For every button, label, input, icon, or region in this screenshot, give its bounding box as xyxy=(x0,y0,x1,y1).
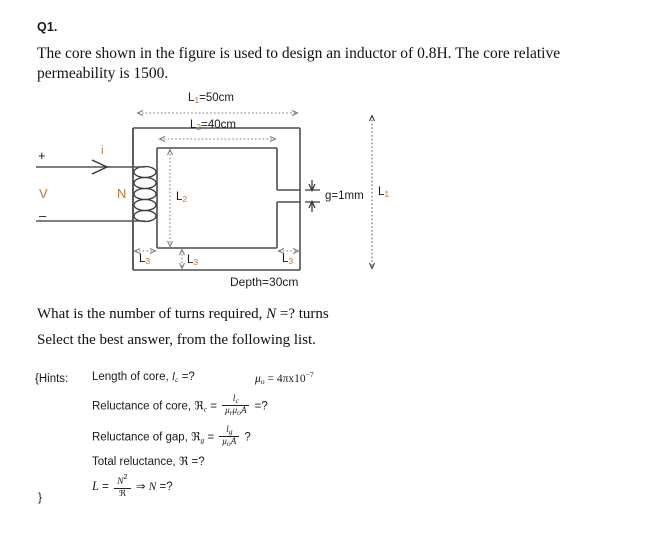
turns-question: What is the number of turns required, N … xyxy=(37,306,329,322)
dimension-l2-top: L2=40cm xyxy=(190,119,236,132)
dimension-l1-top: L1=50cm xyxy=(188,92,234,105)
hint-total-reluctance: Total reluctance, ℜ =? xyxy=(92,454,205,468)
minus-terminal-label: – xyxy=(39,208,47,223)
select-answer-instruction: Select the best answer, from the followi… xyxy=(37,332,316,348)
dimension-l1-right: L1 xyxy=(378,186,390,199)
hint-core-length: Length of core, lc =? xyxy=(92,371,195,384)
hints-close-brace: } xyxy=(38,490,43,504)
worksheet-page: Q1. The core shown in the figure is used… xyxy=(0,0,656,541)
depth-label: Depth=30cm xyxy=(230,275,299,289)
current-label: i xyxy=(101,145,104,157)
turns-label: N xyxy=(117,186,127,201)
dimension-l3-right: L3 xyxy=(282,253,294,266)
hint-gap-reluctance: Reluctance of gap, ℜg = lg μoA ? xyxy=(92,425,251,448)
hints-open-brace: {Hints: xyxy=(35,373,69,385)
question-number: Q1. xyxy=(37,20,58,34)
dimension-l3-left: L3 xyxy=(139,253,151,266)
gap-label: g=1mm xyxy=(325,190,364,202)
hint-mu0: μo = 4πx10−7 xyxy=(255,370,314,386)
dimension-l2-side: L2 xyxy=(176,191,188,204)
question-stem: The core shown in the figure is used to … xyxy=(37,45,561,82)
hint-core-reluctance: Reluctance of core, ℜc = lc μrμoA =? xyxy=(92,394,268,417)
voltage-label: V xyxy=(39,186,48,201)
hint-inductance-formula: L = N2 ℜ ⇒ N =? xyxy=(92,472,173,499)
core-figure: L1=50cm L2=40cm L2 L1 L3 L3 L3 g=1mm Dep… xyxy=(0,88,450,293)
dimension-l3-bottom: L3 xyxy=(187,254,199,267)
plus-terminal-label: + xyxy=(38,148,46,163)
